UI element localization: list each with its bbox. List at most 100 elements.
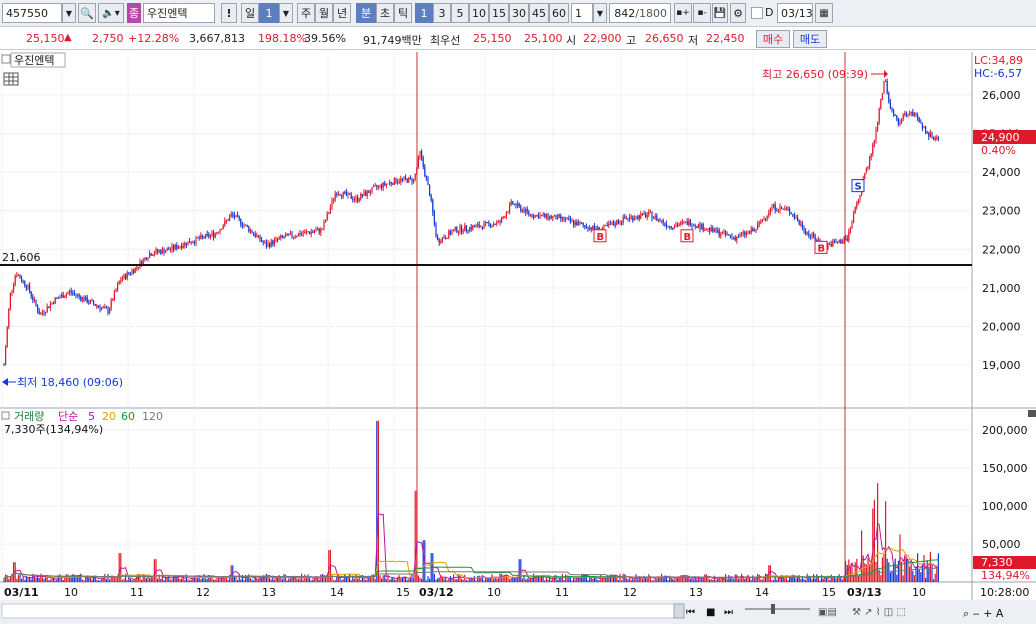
stock-code-input[interactable]: 457550 bbox=[2, 3, 62, 23]
period-month-button[interactable]: 월 bbox=[315, 3, 333, 23]
volume-bar bbox=[619, 574, 621, 582]
candle-body bbox=[632, 216, 634, 221]
save-button[interactable]: 💾 bbox=[712, 3, 728, 23]
sound-button[interactable]: 🔈▾ bbox=[98, 3, 124, 23]
date-input[interactable]: 03/13 bbox=[777, 3, 813, 23]
candle-body bbox=[550, 216, 552, 219]
minute-option-45[interactable]: 45 bbox=[529, 3, 549, 23]
zoom-slider-thumb[interactable] bbox=[771, 604, 775, 614]
volume-bar bbox=[48, 580, 50, 582]
candle-body bbox=[163, 249, 165, 253]
period-day-button[interactable]: 일 bbox=[241, 3, 259, 23]
period-week-button[interactable]: 주 bbox=[297, 3, 315, 23]
minute-option-5[interactable]: 5 bbox=[451, 3, 469, 23]
candle-body bbox=[592, 225, 594, 230]
candle-body bbox=[145, 257, 147, 260]
candle-body bbox=[723, 231, 725, 233]
candle-body bbox=[651, 211, 653, 219]
volume-panel-menu-icon[interactable] bbox=[1, 411, 10, 420]
candle-body bbox=[53, 302, 55, 304]
period-day-value[interactable]: 1 bbox=[259, 3, 279, 23]
scrollbar-thumb[interactable] bbox=[673, 603, 685, 619]
minute-option-30[interactable]: 30 bbox=[509, 3, 529, 23]
volume-collapse-icon[interactable] bbox=[1028, 410, 1036, 417]
stop-icon[interactable]: ■ bbox=[706, 607, 715, 618]
period-minute-button[interactable]: 분 bbox=[356, 3, 376, 23]
time-tick-label: 11 bbox=[130, 586, 144, 599]
volume-bar bbox=[822, 578, 824, 582]
tools-icon[interactable]: ⚒ ↗ ⌇ ◫ ⬚ bbox=[852, 607, 906, 618]
stock-name-field[interactable]: 우진엔텍 bbox=[143, 3, 215, 23]
candle-body bbox=[681, 221, 683, 223]
candle-body bbox=[760, 222, 762, 224]
volume-bar bbox=[795, 578, 797, 582]
alert-button[interactable]: ! bbox=[221, 3, 237, 23]
zoom-in-button[interactable]: ▪+ bbox=[674, 3, 692, 23]
candle-body bbox=[541, 215, 543, 217]
count-dropdown[interactable]: ▼ bbox=[593, 3, 607, 23]
minute-option-3[interactable]: 3 bbox=[433, 3, 451, 23]
candle-body bbox=[393, 178, 395, 185]
layout-icon[interactable]: ▣▤ bbox=[818, 607, 837, 618]
volume-bar bbox=[147, 576, 149, 582]
zoom-out-button[interactable]: ▪- bbox=[693, 3, 711, 23]
candle-body bbox=[926, 132, 928, 134]
volume-bar bbox=[771, 580, 773, 582]
minute-option-10[interactable]: 10 bbox=[469, 3, 489, 23]
candle-body bbox=[430, 195, 432, 201]
scroll-last-icon[interactable]: ⏭ bbox=[724, 607, 733, 618]
candle-body bbox=[5, 346, 7, 366]
minute-option-15[interactable]: 15 bbox=[489, 3, 509, 23]
period-day-dropdown[interactable]: ▼ bbox=[279, 3, 293, 23]
count-input[interactable]: 1 bbox=[571, 3, 593, 23]
candle-body bbox=[240, 218, 242, 225]
panel-menu-icon[interactable] bbox=[1, 54, 11, 64]
candle-body bbox=[101, 307, 103, 310]
period-year-button[interactable]: 년 bbox=[333, 3, 351, 23]
font-size-control[interactable]: ⌕ ‒ + A bbox=[963, 607, 1004, 620]
period-second-button[interactable]: 초 bbox=[376, 3, 394, 23]
candle-body bbox=[616, 220, 618, 226]
candle-body bbox=[870, 154, 872, 158]
volume-bar bbox=[845, 560, 847, 582]
volume-bar bbox=[227, 579, 229, 582]
period-tick-button[interactable]: 틱 bbox=[394, 3, 412, 23]
candle-body bbox=[344, 191, 346, 193]
candle-body bbox=[685, 221, 687, 223]
candle-body bbox=[488, 222, 490, 224]
current-time: 10:28:00 bbox=[980, 586, 1029, 599]
minute-option-1[interactable]: 1 bbox=[415, 3, 433, 23]
bar-count-field[interactable]: 842/1800 bbox=[609, 3, 671, 23]
candle-body bbox=[872, 143, 874, 155]
candle-body bbox=[929, 132, 931, 137]
volume-bar bbox=[739, 578, 741, 582]
candle-body bbox=[120, 280, 122, 282]
volume-bar bbox=[592, 579, 594, 582]
volume-bar bbox=[929, 551, 931, 582]
search-button[interactable]: 🔍 bbox=[78, 3, 96, 23]
high-price: 26,650 bbox=[645, 32, 684, 45]
sell-button[interactable]: 매도 bbox=[793, 30, 827, 48]
volume-bar bbox=[629, 577, 631, 582]
candle-body bbox=[749, 231, 751, 233]
candle-body bbox=[94, 304, 96, 306]
minute-option-60[interactable]: 60 bbox=[549, 3, 569, 23]
chart-scrollbar[interactable] bbox=[1, 603, 683, 619]
data-table-icon[interactable] bbox=[3, 72, 19, 86]
volume-bar bbox=[715, 580, 717, 582]
volume-bar bbox=[654, 578, 656, 582]
buy-button[interactable]: 매수 bbox=[756, 30, 790, 48]
scroll-first-icon[interactable]: ⏮ bbox=[686, 607, 695, 618]
volume-bar bbox=[189, 580, 191, 582]
code-dropdown-button[interactable]: ▼ bbox=[62, 3, 76, 23]
date-checkbox[interactable] bbox=[751, 7, 763, 19]
candle-body bbox=[248, 226, 250, 232]
candle-body bbox=[373, 185, 375, 188]
calendar-button[interactable]: ▦ bbox=[815, 3, 833, 23]
change-percent: +12.28% bbox=[128, 32, 180, 45]
candle-body bbox=[840, 240, 842, 244]
settings-button[interactable]: ⚙ bbox=[730, 3, 746, 23]
volume-bar bbox=[488, 578, 490, 582]
volume-bar bbox=[712, 580, 714, 582]
candle-body bbox=[232, 214, 234, 216]
